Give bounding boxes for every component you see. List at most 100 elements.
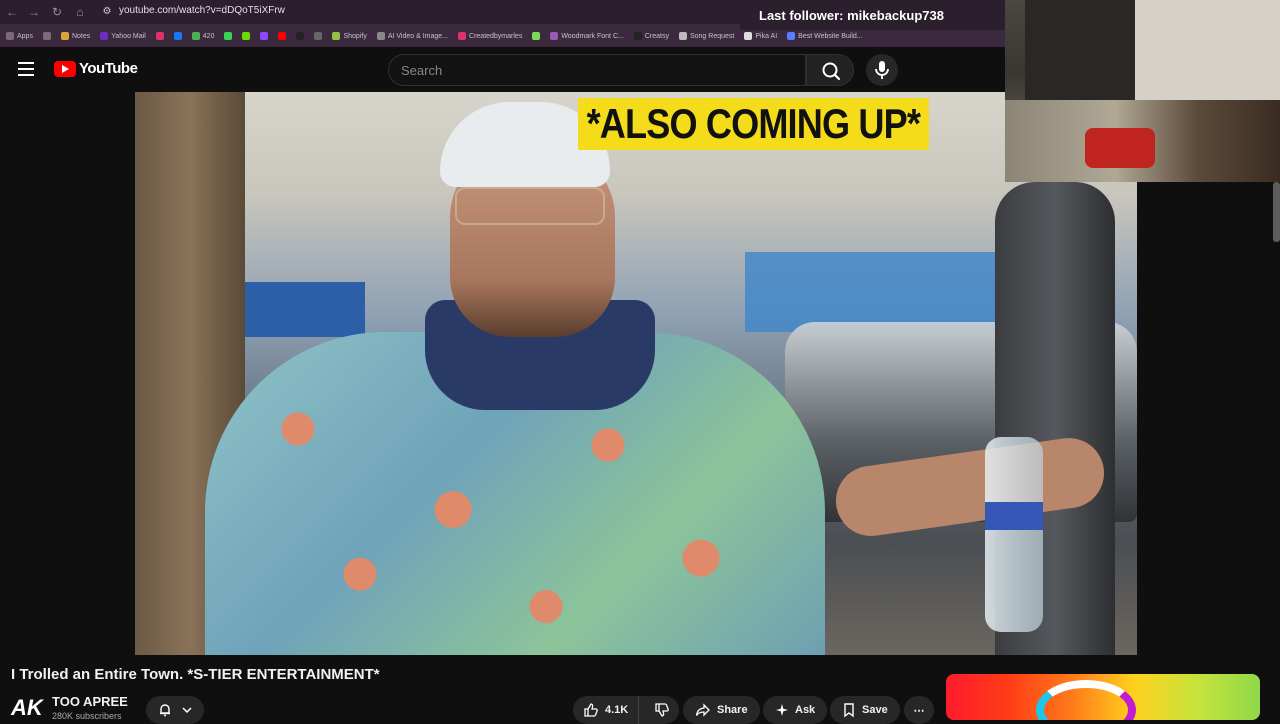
reload-icon[interactable]: ↻ <box>49 4 65 20</box>
bookmark-item[interactable]: Best Website Build... <box>787 32 863 40</box>
webcam-lamp-shade <box>1025 0 1135 110</box>
bookmark-favicon-icon <box>744 32 753 40</box>
ask-label: Ask <box>795 704 816 716</box>
person-glasses <box>455 187 605 225</box>
youtube-logo[interactable]: YouTube <box>54 60 138 77</box>
bookmark-item[interactable] <box>242 32 251 40</box>
thumbs-up-icon <box>584 703 598 717</box>
bookmark-label: Createdbymarles <box>469 32 523 40</box>
bookmark-icon <box>844 703 854 718</box>
bookmark-item[interactable] <box>155 32 164 40</box>
bookmark-favicon-icon <box>787 32 796 40</box>
webcam-window <box>1135 0 1280 110</box>
bookmark-label: Pika AI <box>755 32 778 40</box>
sparkle-icon <box>776 704 788 716</box>
bookmark-favicon-icon <box>191 32 200 40</box>
thumbs-down-icon <box>655 703 669 717</box>
bookmark-label: Apps <box>17 32 33 40</box>
bookmark-item[interactable] <box>278 32 287 40</box>
bookmark-item[interactable]: Creatsy <box>633 32 669 40</box>
bookmark-label: Best Website Build... <box>798 32 863 40</box>
bookmark-favicon-icon <box>224 32 233 40</box>
bookmark-favicon-icon <box>60 32 69 40</box>
logo-text: YouTube <box>79 60 138 77</box>
bookmark-favicon-icon <box>314 32 323 40</box>
hamburger-menu-icon[interactable] <box>18 62 34 76</box>
save-label: Save <box>862 704 888 716</box>
bookmark-favicon-icon <box>278 32 287 40</box>
bookmark-item[interactable] <box>42 32 51 40</box>
bookmark-favicon-icon <box>458 32 467 40</box>
bookmark-label: Creatsy <box>644 32 669 40</box>
bookmark-label: Song Request <box>689 32 735 40</box>
home-icon[interactable]: ⌂ <box>72 4 88 20</box>
bookmark-favicon-icon <box>242 32 251 40</box>
bookmark-favicon-icon <box>100 32 109 40</box>
bookmark-favicon-icon <box>6 32 14 40</box>
site-settings-icon[interactable]: ⚙ <box>100 5 114 19</box>
bookmark-item[interactable]: Woodmark Font C... <box>550 32 624 40</box>
bookmark-favicon-icon <box>296 32 305 40</box>
bell-icon <box>160 704 170 717</box>
back-icon[interactable]: ← <box>4 4 20 20</box>
bookmark-item[interactable]: AI Video & Image... <box>376 32 449 40</box>
bookmark-item[interactable]: Apps <box>6 32 33 40</box>
bookmark-favicon-icon <box>633 32 642 40</box>
like-count: 4.1K <box>605 704 629 716</box>
bottle-label <box>985 502 1043 530</box>
webcam-red-pillow <box>1085 128 1155 168</box>
bookmark-item[interactable] <box>314 32 323 40</box>
bookmark-item[interactable]: Shopify <box>332 32 367 40</box>
search-box[interactable] <box>388 54 806 86</box>
video-title: I Trolled an Entire Town. *S-TIER ENTERT… <box>11 666 380 683</box>
search-icon <box>822 62 841 81</box>
bookmark-favicon-icon <box>155 32 164 40</box>
bookmark-favicon-icon <box>260 32 269 40</box>
youtube-play-icon <box>54 60 76 77</box>
bookmark-favicon-icon <box>173 32 182 40</box>
webcam-overlay <box>1005 0 1280 182</box>
bookmark-item[interactable]: Notes <box>60 32 91 40</box>
bookmark-item[interactable]: Yahoo Mail <box>100 32 146 40</box>
bookmark-item[interactable] <box>532 32 541 40</box>
video-caption-overlay: *ALSO COMING UP* <box>578 98 929 150</box>
video-frame[interactable]: *ALSO COMING UP* <box>135 92 1137 655</box>
bookmark-label: Shopify <box>343 32 367 40</box>
chevron-down-icon <box>182 707 192 714</box>
bookmark-item[interactable]: Createdbymarles <box>458 32 522 40</box>
bookmark-favicon-icon <box>532 32 541 40</box>
recommended-video-thumbnail[interactable] <box>946 674 1260 720</box>
thumbnail-graphic <box>1036 680 1136 720</box>
bookmark-item[interactable]: Pika AI <box>744 32 777 40</box>
bookmark-favicon-icon <box>376 32 385 40</box>
bookmark-item[interactable] <box>224 32 233 40</box>
search-button[interactable] <box>806 54 854 86</box>
bookmark-label: AI Video & Image... <box>387 32 449 40</box>
channel-name[interactable]: TOO APREE <box>52 694 128 709</box>
bookmark-favicon-icon <box>678 32 687 40</box>
bookmark-favicon-icon <box>550 32 559 40</box>
bookmark-label: Notes <box>71 32 91 40</box>
bookmark-item[interactable]: Song Request <box>678 32 735 40</box>
bookmark-label: Yahoo Mail <box>111 32 146 40</box>
bookmark-favicon-icon <box>42 32 51 40</box>
bookmark-label: Woodmark Font C... <box>561 32 624 40</box>
bookmark-item[interactable] <box>260 32 269 40</box>
background-awning <box>230 282 365 337</box>
share-label: Share <box>717 704 748 716</box>
water-bottle <box>985 437 1043 632</box>
channel-avatar[interactable]: AK <box>11 694 43 722</box>
bookmark-favicon-icon <box>332 32 341 40</box>
bookmark-item[interactable]: 420 <box>191 32 215 40</box>
voice-search-button[interactable] <box>866 54 898 86</box>
bookmark-item[interactable] <box>296 32 305 40</box>
search-input[interactable] <box>389 55 805 85</box>
microphone-icon <box>875 61 889 79</box>
page-scrollbar[interactable] <box>1273 182 1280 242</box>
youtube-header: YouTube <box>0 47 1005 92</box>
forward-icon[interactable]: → <box>26 4 42 20</box>
url-text[interactable]: youtube.com/watch?v=dDQoT5iXFrw <box>119 5 285 16</box>
bookmark-item[interactable] <box>173 32 182 40</box>
share-icon <box>695 703 710 717</box>
bookmark-label: 420 <box>202 32 215 40</box>
